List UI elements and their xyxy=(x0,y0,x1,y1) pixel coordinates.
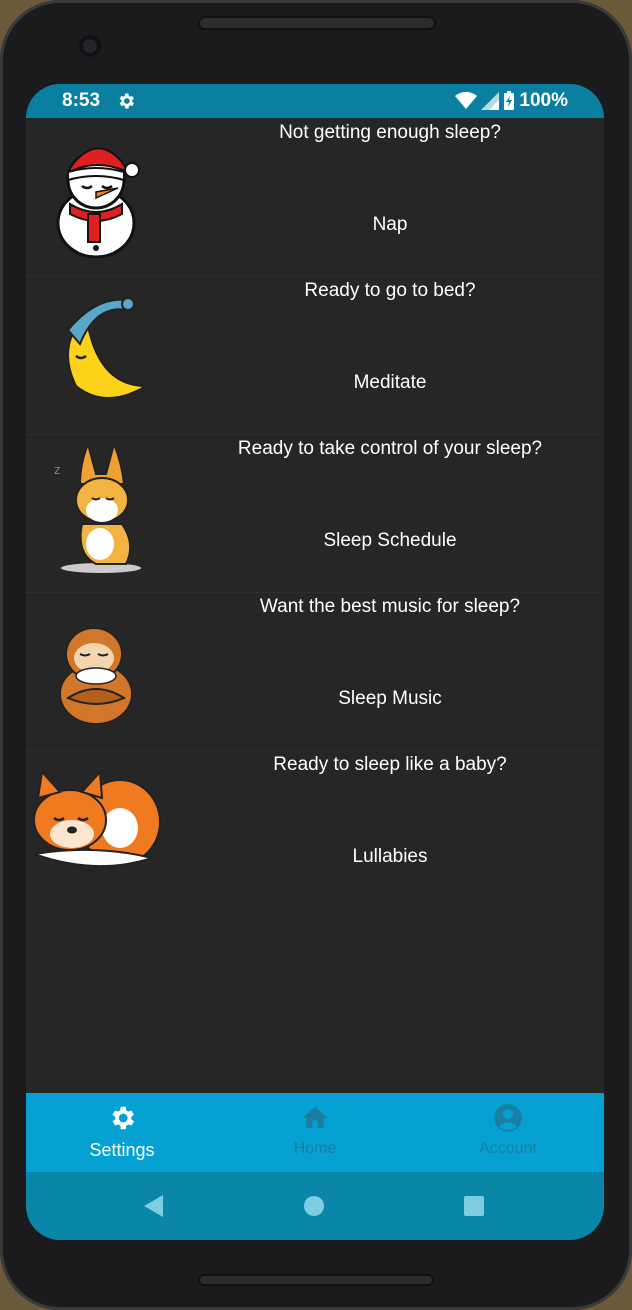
lullabies-button[interactable]: Lullabies xyxy=(176,846,604,868)
svg-text:z: z xyxy=(54,463,60,477)
bottom-tab-bar: Settings Home Account xyxy=(26,1093,604,1172)
snowman-sleeping-icon xyxy=(56,147,140,258)
row-question: Ready to take control of your sleep? xyxy=(237,438,543,459)
system-navigation-bar xyxy=(26,1172,604,1240)
list-item-sleep-music: Want the best music for sleep? Sleep Mus… xyxy=(26,592,604,751)
status-bar: 8:53 100% xyxy=(26,84,604,118)
settings-gear-icon xyxy=(119,93,134,109)
list-item-meditate: Ready to go to bed? Meditate xyxy=(26,276,604,435)
battery-percentage: 100% xyxy=(519,90,568,111)
sleep-music-button[interactable]: Sleep Music xyxy=(176,688,604,710)
home-circle-icon[interactable] xyxy=(294,1186,334,1226)
back-triangle-icon[interactable] xyxy=(133,1186,173,1226)
status-indicators: 100% xyxy=(455,90,568,112)
row-question: Want the best music for sleep? xyxy=(259,596,521,617)
list-item-sleep-schedule: z Ready to take control of your sleep? S… xyxy=(26,434,604,593)
status-time: 8:53 xyxy=(62,90,101,111)
recents-square-icon[interactable] xyxy=(454,1186,494,1226)
tab-home[interactable]: Home xyxy=(219,1093,411,1172)
phone-frame: 8:53 100% Not getting enough sleep? Nap … xyxy=(0,0,632,1310)
list-item-nap: Not getting enough sleep? Nap xyxy=(26,118,604,277)
nap-button[interactable]: Nap xyxy=(176,214,604,236)
row-question: Not getting enough sleep? xyxy=(279,122,501,143)
tab-account[interactable]: Account xyxy=(412,1093,604,1172)
cell-signal-icon xyxy=(481,92,500,110)
front-camera xyxy=(79,35,101,57)
earpiece-speaker xyxy=(198,16,436,30)
screen: 8:53 100% Not getting enough sleep? Nap … xyxy=(26,84,604,1240)
wifi-icon xyxy=(455,92,478,109)
shiba-sleeping-icon xyxy=(33,769,161,868)
account-icon xyxy=(494,1104,522,1132)
battery-icon xyxy=(504,91,515,110)
list-item-lullabies: Ready to sleep like a baby? Lullabies xyxy=(26,750,604,908)
tab-settings-label: Settings xyxy=(89,1140,155,1160)
sleep-options-list: Not getting enough sleep? Nap Ready to g… xyxy=(26,118,604,1093)
gear-icon xyxy=(112,1106,134,1130)
tab-account-label: Account xyxy=(479,1140,537,1157)
sleep-schedule-button[interactable]: Sleep Schedule xyxy=(176,530,604,552)
row-question: Ready to sleep like a baby? xyxy=(273,754,507,775)
moon-nightcap-icon xyxy=(66,297,146,399)
home-icon xyxy=(302,1106,328,1128)
row-question: Ready to go to bed? xyxy=(304,280,476,301)
meditate-button[interactable]: Meditate xyxy=(176,372,604,394)
sloth-hugging-icon xyxy=(59,627,133,725)
corgi-sleeping-icon: z xyxy=(54,444,141,573)
tab-settings[interactable]: Settings xyxy=(26,1093,218,1172)
bottom-speaker xyxy=(198,1274,434,1286)
tab-home-label: Home xyxy=(293,1140,337,1157)
